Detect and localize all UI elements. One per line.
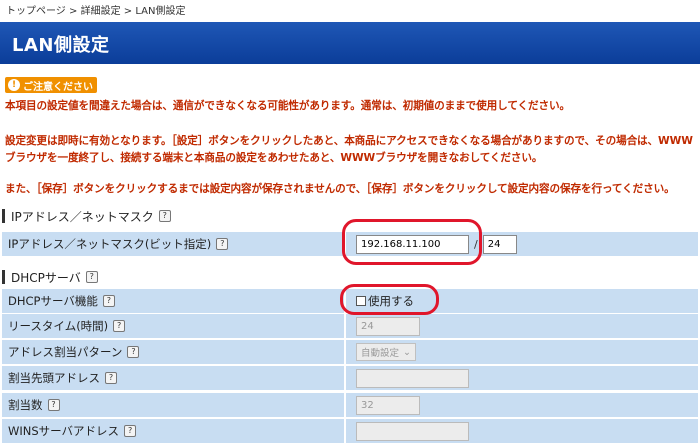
row-ip-netmask: IPアドレス／ネットマスク(ビット指定) ? / [2,232,698,256]
address-pattern-label: アドレス割当パターン [8,345,123,359]
breadcrumb-separator: > [123,6,133,17]
row-wins-server: WINSサーバアドレス ? [2,419,698,443]
help-icon[interactable]: ? [216,238,229,250]
exclamation-icon: ! [8,79,20,91]
address-pattern-select[interactable]: 自動設定 ⌄ [356,343,416,361]
help-icon[interactable]: ? [47,399,60,411]
help-icon[interactable]: ? [158,210,171,222]
warning-text: ブラウザを一度終了し、接続する端末と本商品の設定をあわせたあと、WWWブラウザを… [5,152,543,164]
chevron-down-icon: ⌄ [403,346,411,358]
warning-text: 本項目の設定値を間違えた場合は、通信ができなくなる可能性があります。通常は、初期… [5,100,570,112]
section-dhcp-header: DHCPサーバ ? [2,268,698,286]
lease-time-label: リースタイム(時間) [8,319,109,333]
start-address-label: 割当先頭アドレス [8,371,100,385]
checkbox-box[interactable] [356,296,366,306]
row-address-pattern: アドレス割当パターン ? 自動設定 ⌄ [2,340,698,364]
row-start-address: 割当先頭アドレス ? [2,366,698,390]
dhcp-function-label: DHCPサーバ機能 [8,294,98,308]
section-ip-title: IPアドレス／ネットマスク [11,209,154,224]
section-ip-header: IPアドレス／ネットマスク ? [2,207,698,225]
help-icon[interactable]: ? [113,320,126,332]
row-dhcp-function: DHCPサーバ機能 ? 使用する [2,289,698,313]
breadcrumb-detail-link[interactable]: 詳細設定 [81,6,121,17]
help-icon[interactable]: ? [127,346,140,358]
caution-badge: ! ご注意ください [5,77,97,93]
mask-separator: / [474,237,478,251]
dhcp-enable-label: 使用する [368,294,414,308]
help-icon[interactable]: ? [102,295,115,307]
start-address-input[interactable] [356,368,469,388]
section-dhcp-title: DHCPサーバ [11,270,81,285]
assign-count-input[interactable] [356,395,420,415]
row-assign-count: 割当数 ? [2,393,698,417]
section-bar [2,270,5,284]
ip-address-input[interactable] [356,234,469,254]
help-icon[interactable]: ? [105,372,117,384]
breadcrumb-current: LAN側設定 [135,6,186,17]
page-title: LAN側設定 [0,22,700,64]
help-icon[interactable]: ? [124,425,137,437]
netmask-bits-input[interactable] [482,234,517,254]
breadcrumb: トップページ > 詳細設定 > LAN側設定 [0,0,700,17]
assign-count-label: 割当数 [8,398,43,412]
warning-text: また、［保存］ボタンをクリックするまでは設定内容が保存されませんので、［保存］ボ… [5,183,675,195]
lease-time-input[interactable] [356,316,420,336]
help-icon[interactable]: ? [85,271,98,283]
address-pattern-value: 自動設定 [361,348,400,359]
breadcrumb-separator: > [69,6,78,17]
breadcrumb-top-link[interactable]: トップページ [6,6,66,17]
wins-server-input[interactable] [356,421,469,441]
row-lease-time: リースタイム(時間) ? [2,314,698,338]
section-bar [2,209,5,223]
ip-netmask-label: IPアドレス／ネットマスク(ビット指定) [8,237,212,251]
warning-text: 設定変更は即時に有効となります。［設定］ボタンをクリックしたあと、本商品にアクセ… [5,135,693,147]
caution-label: ご注意ください [23,81,93,93]
wins-server-label: WINSサーバアドレス [8,424,120,438]
dhcp-enable-checkbox[interactable]: 使用する [356,293,414,309]
